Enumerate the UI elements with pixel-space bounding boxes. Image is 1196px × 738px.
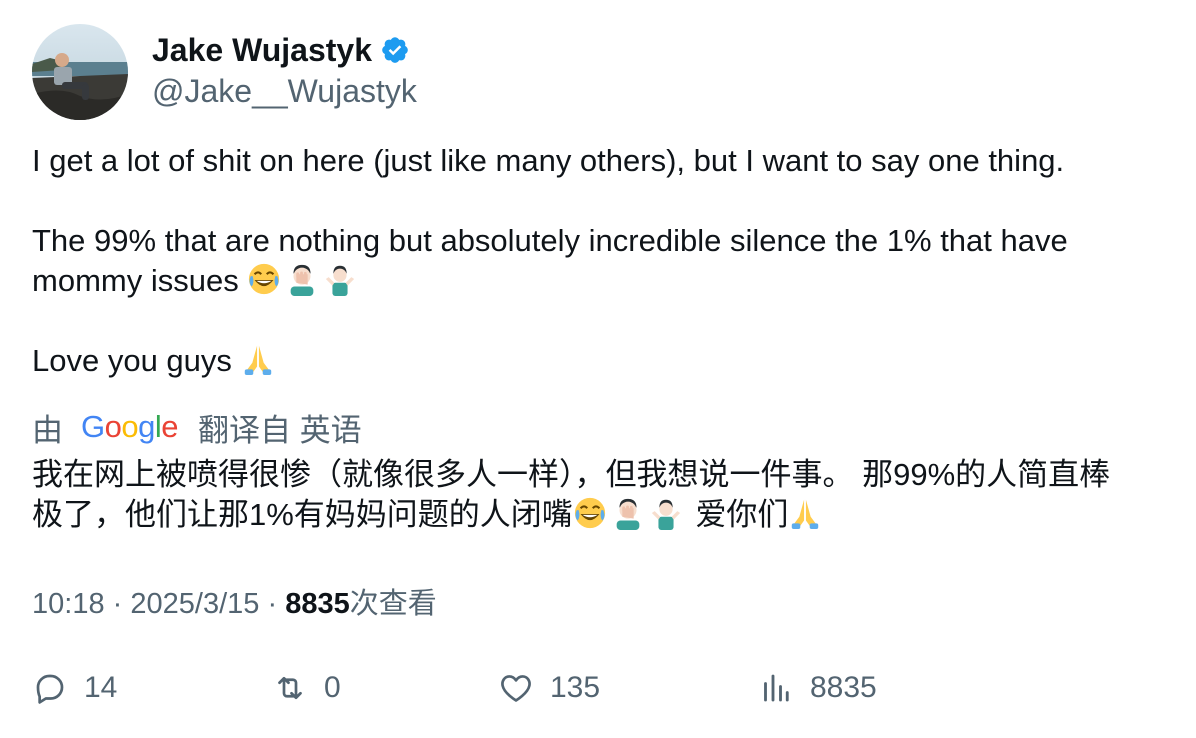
tweet-line-2b-text: mommy issues bbox=[32, 263, 239, 298]
folded-hands-emoji-icon bbox=[241, 342, 275, 376]
meta-separator: · bbox=[112, 588, 123, 620]
tweet-date[interactable]: 2025/3/15 bbox=[130, 588, 259, 620]
reply-count: 14 bbox=[84, 671, 118, 704]
translated-text: 我在网上被喷得很惨（就像很多人一样），但我想说一件事。 那99%的人简直棒 极了… bbox=[32, 455, 1172, 535]
views-label: 次查看 bbox=[349, 588, 437, 620]
translated-line-1: 我在网上被喷得很惨（就像很多人一样），但我想说一件事。 那99%的人简直棒 bbox=[32, 457, 1111, 492]
avatar[interactable] bbox=[32, 24, 128, 120]
reply-button[interactable]: 14 bbox=[32, 670, 117, 706]
analytics-icon bbox=[764, 674, 789, 702]
tweet-text: I get a lot of shit on here (just like m… bbox=[32, 141, 1172, 381]
translation-bar: 由 Google 翻译自 英语 bbox=[32, 405, 362, 450]
reply-icon bbox=[36, 674, 64, 704]
tears-of-joy-emoji-icon bbox=[573, 496, 607, 530]
retweet-button[interactable]: 0 bbox=[272, 670, 341, 706]
tweet-line-3-text: Love you guys bbox=[32, 343, 232, 378]
views-action-count: 8835 bbox=[810, 671, 877, 704]
action-bar: 14 0 135 8835 bbox=[32, 670, 1172, 714]
translation-prefix: 由 bbox=[32, 412, 63, 448]
display-name[interactable]: Jake Wujastyk bbox=[152, 31, 372, 69]
retweet-count: 0 bbox=[324, 671, 341, 704]
translated-line-2-text: 极了，他们让那1%有妈妈问题的人闭嘴 bbox=[32, 497, 573, 532]
views-button[interactable]: 8835 bbox=[758, 670, 877, 706]
tweet-header: Jake Wujastyk @Jake__Wujastyk bbox=[32, 24, 417, 120]
facepalm-emoji-icon bbox=[611, 496, 645, 530]
google-logo: Google bbox=[81, 409, 179, 444]
like-button[interactable]: 135 bbox=[498, 670, 600, 706]
shrug-emoji-icon bbox=[649, 496, 683, 530]
heart-icon bbox=[501, 675, 531, 702]
tweet-meta: 10:18 · 2025/3/15 · 8835次查看 bbox=[32, 584, 437, 624]
translated-line-2b-text: 爱你们 bbox=[695, 497, 789, 532]
views-count: 8835 bbox=[285, 588, 350, 620]
tweet-line-2: The 99% that are nothing but absolutely … bbox=[32, 223, 1068, 258]
like-count: 135 bbox=[550, 671, 601, 704]
translated-line-2: 极了，他们让那1%有妈妈问题的人闭嘴 爱你们 bbox=[32, 495, 1172, 535]
tweet-line-3: Love you guys bbox=[32, 341, 1172, 381]
verified-badge-icon bbox=[380, 35, 410, 65]
meta-separator: · bbox=[267, 588, 278, 620]
shrug-emoji-icon bbox=[323, 262, 357, 296]
folded-hands-emoji-icon bbox=[788, 496, 822, 530]
facepalm-emoji-icon bbox=[285, 262, 319, 296]
handle[interactable]: @Jake__Wujastyk bbox=[152, 71, 417, 111]
tears-of-joy-emoji-icon bbox=[247, 262, 281, 296]
tweet-line-1: I get a lot of shit on here (just like m… bbox=[32, 143, 1065, 178]
tweet-line-2b: mommy issues bbox=[32, 261, 1172, 301]
retweet-icon bbox=[278, 676, 302, 700]
translated-from-label[interactable]: 翻译自 英语 bbox=[198, 405, 362, 450]
tweet-time[interactable]: 10:18 bbox=[32, 588, 105, 620]
